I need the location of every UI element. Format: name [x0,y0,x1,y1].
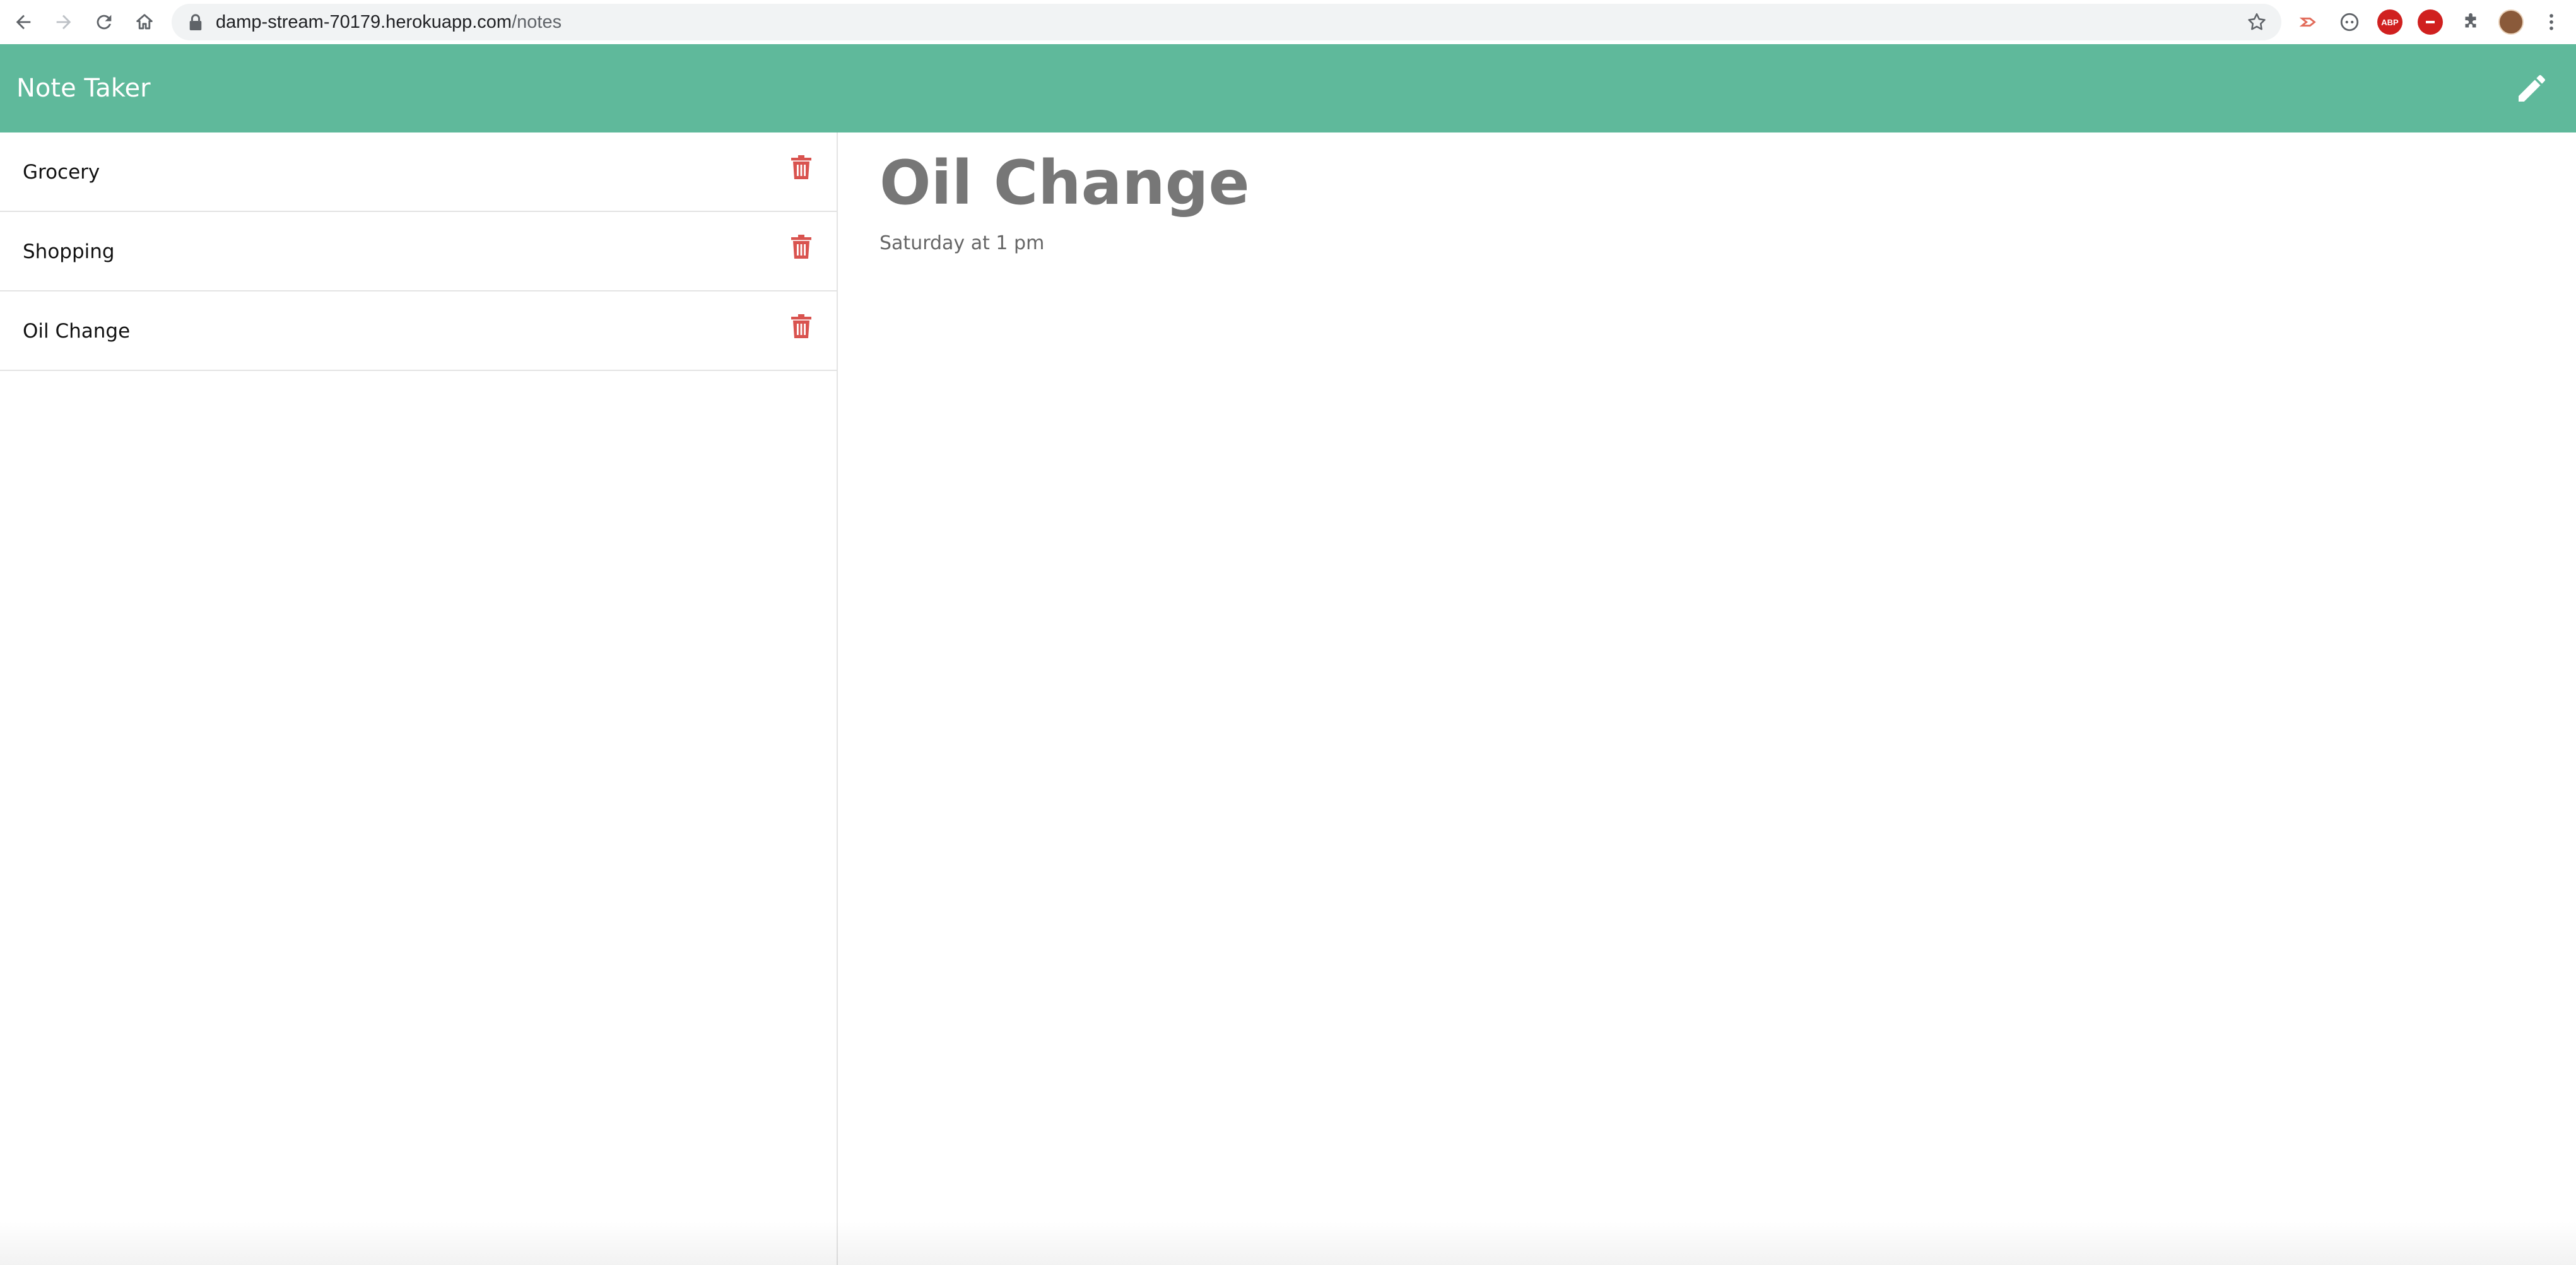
note-title[interactable]: Shopping [23,212,115,291]
note-text-field[interactable]: Saturday at 1 pm [879,232,1250,254]
trash-icon[interactable] [791,314,811,338]
menu-dots-icon[interactable] [2539,8,2564,37]
note-view: Oil Change Saturday at 1 pm [879,145,1250,254]
list-item[interactable]: Oil Change [0,291,837,371]
back-arrow-icon[interactable] [9,8,38,37]
url-host: damp-stream-70179.herokuapp.com [216,12,512,32]
extension-red-icon[interactable] [2418,9,2443,35]
note-title[interactable]: Grocery [23,132,100,212]
bottom-shadow [0,1221,2576,1265]
star-icon[interactable] [2246,11,2267,33]
app-navbar: Note Taker [0,44,2576,132]
reload-icon[interactable] [90,8,119,37]
trash-icon[interactable] [791,235,811,259]
list-item[interactable]: Shopping [0,212,837,291]
note-list: Grocery Shopping Oil Change [0,132,838,1265]
extensions-puzzle-icon[interactable] [2458,9,2483,35]
profile-avatar[interactable] [2498,9,2524,35]
extension-abp-icon[interactable]: ABP [2377,9,2403,35]
note-title-field[interactable]: Oil Change [879,145,1250,221]
browser-toolbar: damp-stream-70179.herokuapp.com/notes AB… [0,0,2576,44]
url-path: /notes [512,12,562,32]
forward-arrow-icon[interactable] [49,8,78,37]
lock-icon [189,14,202,30]
url-text: damp-stream-70179.herokuapp.com/notes [216,4,562,40]
list-item[interactable]: Grocery [0,132,837,212]
address-bar[interactable]: damp-stream-70179.herokuapp.com/notes [172,4,2281,40]
trash-icon[interactable] [791,155,811,179]
app-brand[interactable]: Note Taker [16,44,151,132]
extension-cast-icon[interactable] [2297,9,2322,35]
note-title[interactable]: Oil Change [23,291,130,371]
extension-circle-icon[interactable] [2337,9,2362,35]
home-icon[interactable] [130,8,159,37]
pencil-icon[interactable] [2514,71,2550,106]
